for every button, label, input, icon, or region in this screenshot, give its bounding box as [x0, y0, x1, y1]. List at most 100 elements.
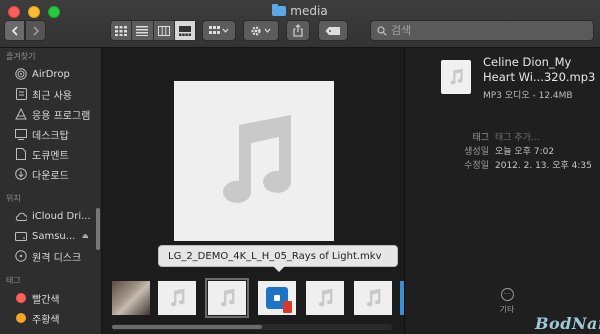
- sidebar-item-tag-orange[interactable]: 주황색: [0, 308, 94, 328]
- add-tags-field[interactable]: 태그 추가...: [495, 130, 540, 144]
- thumbnail-audio[interactable]: [354, 281, 392, 315]
- sidebar-item-label: 최근 사용: [32, 90, 72, 102]
- music-note-icon: [220, 288, 235, 307]
- share-button[interactable]: [286, 20, 310, 41]
- thumbnail-strip: [102, 276, 404, 318]
- file-name: Celine Dion_My Heart Wi...320.mp3: [483, 55, 596, 84]
- sidebar-item-label: 도큐멘트: [32, 150, 69, 162]
- file-kind-size: MP3 오디오 - 12.4MB: [483, 91, 573, 101]
- action-menu-button[interactable]: [243, 20, 279, 41]
- info-panel: Celine Dion_My Heart Wi...320.mp3 MP3 오디…: [404, 48, 600, 334]
- tooltip-text: LG_2_DEMO_4K_L_H_05_Rays of Light.mkv: [168, 250, 382, 262]
- recents-icon: [15, 88, 27, 100]
- locations-header: 위치: [6, 194, 21, 203]
- view-mode-segmented-control: [110, 20, 196, 41]
- back-button[interactable]: [4, 20, 25, 41]
- tag-red-dot: [15, 292, 27, 304]
- sidebar-item-remote-disc[interactable]: 원격 디스크: [0, 246, 94, 266]
- sidebar-item-applications[interactable]: 응용 프로그램: [0, 104, 94, 124]
- created-value: 오늘 오후 7:02: [495, 147, 555, 157]
- document-icon: [15, 148, 27, 160]
- window-title-text: media: [290, 4, 328, 18]
- sidebar-item-icloud[interactable]: iCloud Dri...: [0, 206, 94, 226]
- sidebar: 즐겨찾기 AirDrop 최근 사용 응용 프로그램 데스크탑 도큐멘트 다운로…: [0, 48, 102, 334]
- sidebar-item-label: 데스크탑: [32, 130, 69, 142]
- watermark-logo: BodNara: [535, 314, 600, 333]
- search-icon: [377, 25, 387, 36]
- download-icon: [15, 168, 27, 180]
- created-row: 생성일 오늘 오후 7:02: [405, 144, 600, 158]
- list-view-button[interactable]: [132, 21, 154, 40]
- thumbnail-audio-selected[interactable]: [205, 278, 249, 318]
- remote-disc-icon: [15, 250, 27, 262]
- tags-label: 태그: [472, 133, 489, 143]
- sidebar-item-documents[interactable]: 도큐멘트: [0, 144, 94, 164]
- thumbnail-mkv[interactable]: [258, 281, 296, 315]
- sidebar-item-label: 주황색: [32, 314, 60, 326]
- gear-icon: [251, 25, 271, 36]
- sidebar-item-label: 응용 프로그램: [32, 110, 91, 122]
- thumbnail-video[interactable]: [112, 281, 150, 315]
- music-note-icon: [223, 115, 292, 203]
- search-input[interactable]: [391, 24, 581, 37]
- music-note-icon: [170, 288, 185, 307]
- tag-orange-dot: [15, 312, 27, 324]
- sidebar-item-label: 빨간색: [32, 294, 60, 306]
- sidebar-item-label: AirDrop: [32, 68, 70, 80]
- sidebar-item-tag-red[interactable]: 빨간색: [0, 288, 94, 308]
- tag-button[interactable]: [318, 20, 348, 41]
- sidebar-scrollbar[interactable]: [95, 48, 101, 258]
- sidebar-item-label: iCloud Dri...: [32, 210, 91, 222]
- sidebar-item-label: Samsu...: [32, 230, 76, 242]
- airdrop-icon: [15, 68, 27, 80]
- music-note-icon: [318, 288, 333, 307]
- list-icon: [136, 25, 149, 36]
- folder-icon: [272, 4, 287, 16]
- video-file-icon: [266, 287, 292, 313]
- share-icon: [293, 24, 303, 37]
- sidebar-item-label: 다운로드: [32, 170, 69, 182]
- music-note-icon: [450, 68, 463, 85]
- sidebar-item-label: 원격 디스크: [32, 252, 82, 264]
- sidebar-item-airdrop[interactable]: AirDrop: [0, 64, 94, 84]
- horizontal-scrollbar[interactable]: [112, 324, 392, 330]
- created-label: 생성일: [464, 147, 489, 157]
- columns-icon: [157, 25, 170, 36]
- modified-row: 수정일 2012. 2. 13. 오후 4:35: [405, 158, 600, 172]
- sidebar-item-recents[interactable]: 최근 사용: [0, 84, 94, 104]
- group-icon: [209, 25, 229, 34]
- search-field[interactable]: [370, 20, 594, 41]
- window-title: media: [0, 4, 600, 18]
- toolbar: media: [0, 0, 600, 48]
- icloud-icon: [15, 210, 27, 222]
- group-by-button[interactable]: [202, 20, 236, 41]
- column-view-button[interactable]: [154, 21, 175, 40]
- thumbnail-audio[interactable]: [306, 281, 344, 315]
- sidebar-item-downloads[interactable]: 다운로드: [0, 164, 94, 184]
- scrollbar-thumb[interactable]: [96, 208, 100, 250]
- gallery-icon: [178, 25, 191, 36]
- scrollbar-thumb[interactable]: [112, 325, 262, 329]
- file-icon: [441, 60, 471, 94]
- gallery-view-button[interactable]: [174, 21, 195, 40]
- more-button[interactable]: ··· 기타: [493, 288, 521, 315]
- icon-view-button[interactable]: [111, 21, 133, 40]
- modified-label: 수정일: [464, 161, 489, 171]
- gallery-view: LG_2_DEMO_4K_L_H_05_Rays of Light.mkv: [102, 48, 404, 334]
- large-preview[interactable]: [174, 81, 334, 241]
- sidebar-item-desktop[interactable]: 데스크탑: [0, 124, 94, 144]
- thumbnail-audio[interactable]: [158, 281, 196, 315]
- eject-icon[interactable]: ⏏: [82, 232, 89, 240]
- more-label: 기타: [499, 305, 515, 314]
- chevron-right-icon: [32, 25, 39, 36]
- filename-tooltip: LG_2_DEMO_4K_L_H_05_Rays of Light.mkv: [158, 245, 398, 272]
- grid-icon: [115, 25, 128, 36]
- sidebar-item-samsung-drive[interactable]: Samsu... ⏏: [0, 226, 94, 246]
- tag-icon: [325, 26, 340, 35]
- forward-button[interactable]: [25, 20, 46, 41]
- desktop-icon: [15, 128, 27, 140]
- music-note-icon: [366, 288, 381, 307]
- favorites-header: 즐겨찾기: [6, 52, 36, 61]
- ellipsis-icon: ···: [500, 288, 514, 301]
- tags-header: 태그: [6, 276, 21, 285]
